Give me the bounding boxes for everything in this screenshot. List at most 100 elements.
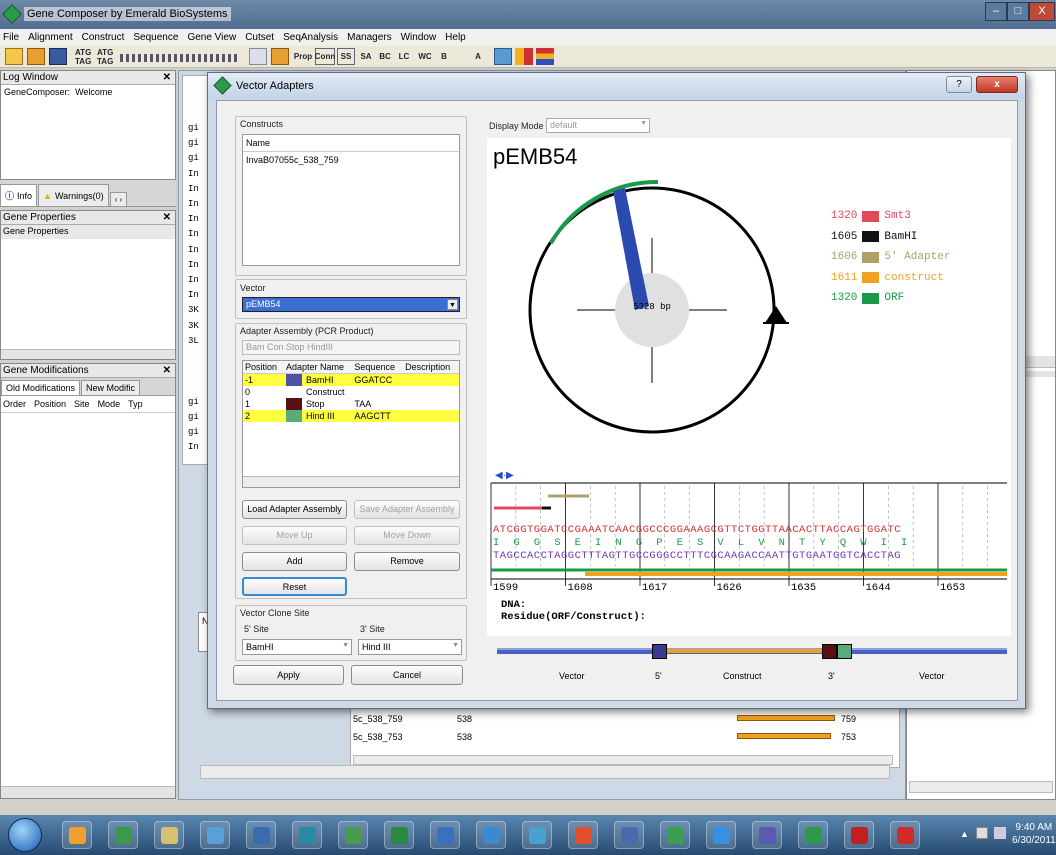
toolbar-atg-1[interactable]: ATG TAG: [75, 48, 93, 66]
close-gene-modifications-icon[interactable]: ✕: [163, 364, 175, 377]
col-position[interactable]: Position: [243, 361, 284, 373]
toolbar-a[interactable]: A: [472, 48, 484, 65]
row-2-name[interactable]: 5c_538_753: [353, 732, 403, 742]
display-mode-select[interactable]: default ▼: [546, 118, 650, 133]
taskbar-app-files-icon[interactable]: [154, 821, 184, 849]
col-order[interactable]: Order: [3, 399, 26, 409]
taskbar-app-word-icon[interactable]: [430, 821, 460, 849]
taskbar-app-excel-icon[interactable]: [384, 821, 414, 849]
menu-gene-view[interactable]: Gene View: [187, 32, 236, 43]
right-scrollbar[interactable]: [909, 781, 1053, 793]
taskbar-app-app-icon[interactable]: [522, 821, 552, 849]
menu-alignment[interactable]: Alignment: [28, 32, 72, 43]
five-prime-marker[interactable]: [652, 644, 667, 659]
tab-scroll-arrows[interactable]: ‹ ›: [109, 192, 128, 206]
apply-button[interactable]: Apply: [233, 665, 344, 685]
toolbar-atg-2[interactable]: ATG TAG: [97, 48, 115, 66]
taskbar-app-publisher-icon[interactable]: [338, 821, 368, 849]
taskbar-app-foxit-icon[interactable]: [568, 821, 598, 849]
save-adapter-assembly-button[interactable]: Save Adapter Assembly: [354, 500, 460, 519]
toolbar-lc[interactable]: LC: [396, 48, 412, 65]
cancel-button[interactable]: Cancel: [351, 665, 463, 685]
col-site[interactable]: Site: [74, 399, 90, 409]
add-button[interactable]: Add: [242, 552, 347, 571]
horizontal-scrollbar[interactable]: [1, 786, 175, 798]
chevron-down-icon[interactable]: ▼: [342, 642, 349, 649]
taskbar-app-outlook-icon[interactable]: [292, 821, 322, 849]
tab-new-modifications[interactable]: New Modific: [81, 380, 141, 395]
stop-marker[interactable]: [822, 644, 837, 659]
col-mode[interactable]: Mode: [98, 399, 121, 409]
three-prime-marker[interactable]: [837, 644, 852, 659]
toolbar-b[interactable]: B: [437, 48, 451, 65]
bars-icon[interactable]: [515, 48, 533, 65]
tab-old-modifications[interactable]: Old Modifications: [1, 380, 81, 395]
toolbar-ss[interactable]: SS: [337, 48, 355, 65]
col-description[interactable]: Description: [403, 361, 459, 373]
chevron-down-icon[interactable]: ▼: [452, 642, 459, 649]
menu-help[interactable]: Help: [445, 32, 466, 43]
menu-cutset[interactable]: Cutset: [245, 32, 274, 43]
taskbar-app-media-icon[interactable]: [62, 821, 92, 849]
close-gene-properties-icon[interactable]: ✕: [163, 211, 175, 224]
adapter-row-bamhi[interactable]: -1 BamHI GGATCC: [243, 373, 459, 386]
maximize-button[interactable]: □: [1007, 2, 1029, 21]
adapter-row-stop[interactable]: 1 Stop TAA: [243, 397, 459, 410]
constructs-name-header[interactable]: Name: [243, 135, 459, 152]
save-icon[interactable]: [49, 48, 67, 65]
menu-sequence[interactable]: Sequence: [133, 32, 178, 43]
remove-button[interactable]: Remove: [354, 552, 460, 571]
toolbar-wc[interactable]: WC: [416, 48, 434, 65]
taskbar-app-pictures-icon[interactable]: [246, 821, 276, 849]
open-folder-icon[interactable]: [27, 48, 45, 65]
flag-icon[interactable]: [994, 827, 1006, 839]
menu-file[interactable]: File: [3, 32, 19, 43]
col-adapter-name[interactable]: Adapter Name: [284, 361, 352, 373]
tray-expand-icon[interactable]: ▲: [960, 829, 969, 839]
three-site-select[interactable]: Hind III ▼: [358, 639, 462, 655]
menu-construct[interactable]: Construct: [82, 32, 125, 43]
taskbar-app-chrome-icon[interactable]: [108, 821, 138, 849]
taskbar-app-ie-icon[interactable]: [476, 821, 506, 849]
adapter-row-construct[interactable]: 0 Construct: [243, 386, 459, 398]
toolbar-bc[interactable]: BC: [377, 48, 393, 65]
vector-select[interactable]: pEMB54 ▼: [242, 297, 460, 312]
toolbar-prop[interactable]: Prop: [293, 48, 313, 65]
sequence-tools-icons[interactable]: [120, 54, 240, 62]
table-scrollbar[interactable]: [353, 755, 893, 765]
network-icon[interactable]: [976, 827, 988, 839]
tab-warnings[interactable]: ▲ Warnings(0): [38, 184, 109, 206]
align-icon[interactable]: [536, 48, 554, 65]
start-button[interactable]: [8, 818, 42, 852]
close-log-icon[interactable]: ✕: [163, 71, 175, 84]
document-scrollbar[interactable]: [200, 765, 890, 779]
clock[interactable]: 9:40 AM 6/30/2011: [1012, 821, 1056, 847]
chevron-down-icon[interactable]: ▼: [640, 120, 647, 127]
col-type[interactable]: Typ: [128, 399, 143, 409]
load-adapter-assembly-button[interactable]: Load Adapter Assembly: [242, 500, 347, 519]
close-button[interactable]: X: [1029, 2, 1055, 21]
dialog-help-button[interactable]: ?: [946, 76, 972, 93]
minimize-button[interactable]: –: [985, 2, 1007, 21]
chart-icon[interactable]: [494, 48, 512, 65]
construct-item[interactable]: InvaB07055c_538_759: [243, 152, 459, 168]
folder-icon[interactable]: [271, 48, 289, 65]
five-site-select[interactable]: BamHI ▼: [242, 639, 352, 655]
taskbar-app-molecule-icon[interactable]: [660, 821, 690, 849]
grid-scrollbar[interactable]: [243, 476, 459, 487]
move-up-button[interactable]: Move Up: [242, 526, 347, 545]
adapter-row-hindiii[interactable]: 2 Hind III AAGCTT: [243, 409, 459, 422]
col-position[interactable]: Position: [34, 399, 66, 409]
menu-window[interactable]: Window: [401, 32, 437, 43]
move-down-button[interactable]: Move Down: [354, 526, 460, 545]
reset-button[interactable]: Reset: [242, 577, 347, 596]
menu-seqanalysis[interactable]: SeqAnalysis: [283, 32, 338, 43]
toolbar-conn[interactable]: Conn: [315, 48, 335, 65]
taskbar-app-paint-icon[interactable]: [890, 821, 920, 849]
horizontal-scrollbar[interactable]: [1, 349, 175, 359]
toolbar-sa[interactable]: SA: [358, 48, 374, 65]
taskbar-app-manager-icon[interactable]: [614, 821, 644, 849]
tab-info[interactable]: ⓘ Info: [0, 184, 38, 206]
document-icon[interactable]: [249, 48, 267, 65]
taskbar-app-itunes-icon[interactable]: [752, 821, 782, 849]
